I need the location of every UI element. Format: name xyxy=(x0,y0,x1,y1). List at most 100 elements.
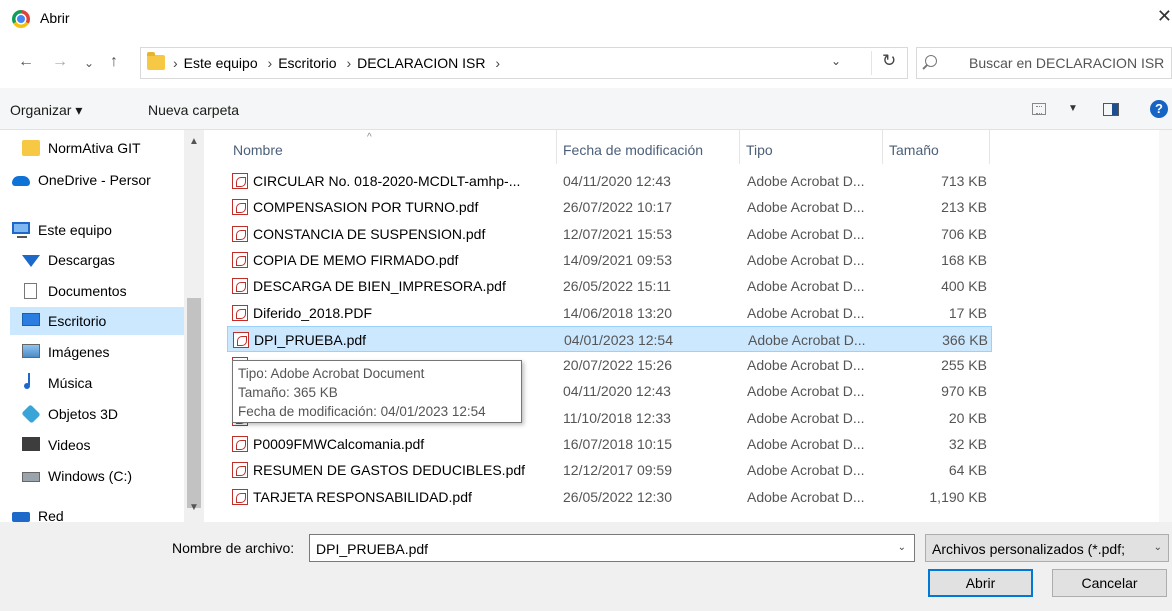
file-row[interactable]: CONSTANCIA DE SUSPENSION.pdf 12/07/2021 1… xyxy=(227,221,992,247)
file-row[interactable]: CIRCULAR No. 018-2020-MCDLT-amhp-... 04/1… xyxy=(227,168,992,194)
forward-icon[interactable]: → xyxy=(52,53,68,71)
dialog-footer: Nombre de archivo: DPI_PRUEBA.pdf ⌄ Arch… xyxy=(0,522,1172,611)
column-header-size[interactable]: Tamaño xyxy=(883,130,990,164)
file-row[interactable]: RESUMEN DE GASTOS DEDUCIBLES.pdf 12/12/20… xyxy=(227,457,992,483)
file-type: Adobe Acrobat D... xyxy=(747,409,865,426)
file-date: 26/05/2022 15:11 xyxy=(563,278,671,295)
file-type: Adobe Acrobat D... xyxy=(747,357,865,374)
refresh-icon[interactable]: ↻ xyxy=(871,51,896,75)
breadcrumb-este-equipo[interactable]: Este equipo xyxy=(184,55,258,71)
scrollbar-thumb[interactable] xyxy=(187,298,201,508)
help-icon[interactable]: ? xyxy=(1150,100,1168,118)
file-name: TARJETA RESPONSABILIDAD.pdf xyxy=(253,488,472,505)
file-row[interactable]: DESCARGA DE BIEN_IMPRESORA.pdf 26/05/2022… xyxy=(227,273,992,299)
3d-objects-icon xyxy=(21,404,41,424)
breadcrumb-separator[interactable]: › xyxy=(268,55,273,71)
sidebar-item-imagenes[interactable]: Imágenes xyxy=(0,338,182,366)
file-date: 26/05/2022 12:30 xyxy=(563,488,672,505)
file-date: 12/12/2017 09:59 xyxy=(563,462,672,479)
breadcrumb: › Este equipo › Escritorio › DECLARACION IS… xyxy=(173,55,506,71)
file-name: COMPENSASION POR TURNO.pdf xyxy=(253,199,479,216)
file-type-dropdown-icon[interactable]: ⌄ xyxy=(1154,542,1162,553)
search-placeholder[interactable]: Buscar en DECLARACION ISR xyxy=(969,55,1164,71)
search-box[interactable]: Buscar en DECLARACION ISR xyxy=(916,47,1172,79)
file-type: Adobe Acrobat D... xyxy=(747,225,865,242)
organize-button[interactable]: Organizar ▾ xyxy=(10,102,82,119)
pictures-icon xyxy=(22,344,40,358)
address-bar[interactable]: › Este equipo › Escritorio › DECLARACION IS… xyxy=(140,47,908,79)
file-type-value: Archivos personalizados (*.pdf; xyxy=(932,541,1125,557)
file-type-filter[interactable]: Archivos personalizados (*.pdf; ⌄ xyxy=(925,534,1169,562)
view-dropdown-icon[interactable]: ▼ xyxy=(1068,103,1078,114)
network-icon xyxy=(12,512,30,522)
sidebar-item-label: OneDrive - Persor xyxy=(38,172,151,188)
breadcrumb-separator[interactable]: › xyxy=(495,55,500,71)
file-date: 04/01/2023 12:54 xyxy=(564,331,673,348)
view-options-icon[interactable] xyxy=(1032,103,1046,115)
sort-ascending-icon: ^ xyxy=(367,132,372,143)
close-icon[interactable]: ✕ xyxy=(1152,6,1172,26)
scroll-up-icon[interactable]: ▲ xyxy=(189,136,199,147)
file-type: Adobe Acrobat D... xyxy=(747,488,865,505)
file-list-scrollbar[interactable] xyxy=(1159,130,1172,522)
up-folder-icon[interactable]: ↑ xyxy=(110,53,118,71)
scroll-down-icon[interactable]: ▼ xyxy=(189,502,199,513)
sidebar-item-windows-c[interactable]: Windows (C:) xyxy=(0,462,182,490)
preview-pane-icon[interactable] xyxy=(1103,103,1119,116)
sidebar-item-objetos-3d[interactable]: Objetos 3D xyxy=(0,400,182,428)
file-type: Adobe Acrobat D... xyxy=(747,462,865,479)
sidebar-item-videos[interactable]: Videos xyxy=(0,431,182,459)
sidebar-item-descargas[interactable]: Descargas xyxy=(0,246,182,274)
file-row[interactable]: COMPENSASION POR TURNO.pdf 26/07/2022 10:… xyxy=(227,194,992,220)
sidebar-item-onedrive[interactable]: OneDrive - Persor xyxy=(0,166,172,194)
column-header-label: Tamaño xyxy=(889,142,939,158)
address-dropdown-icon[interactable]: ⌄ xyxy=(831,54,841,68)
column-header-date[interactable]: Fecha de modificación xyxy=(557,130,740,164)
file-date: 11/10/2018 12:33 xyxy=(563,409,671,426)
sidebar-item-escritorio[interactable]: Escritorio xyxy=(10,307,184,335)
sidebar-item-label: NormAtiva GIT xyxy=(48,140,141,156)
sidebar-item-este-equipo[interactable]: Este equipo xyxy=(0,216,172,244)
back-icon[interactable]: ← xyxy=(18,53,34,71)
file-name: P0009FMWCalcomania.pdf xyxy=(253,436,425,452)
breadcrumb-escritorio[interactable]: Escritorio xyxy=(278,55,336,71)
cancel-button[interactable]: Cancelar xyxy=(1052,569,1167,597)
sidebar-item-label: Documentos xyxy=(48,283,127,299)
file-date: 12/07/2021 15:53 xyxy=(563,225,672,242)
breadcrumb-declaracion-isr[interactable]: DECLARACION ISR xyxy=(357,55,485,71)
filename-value[interactable]: DPI_PRUEBA.pdf xyxy=(316,541,428,557)
file-row[interactable]: DPI_PRUEBA.pdf 04/01/2023 12:54 Adobe Acro… xyxy=(227,325,992,352)
file-type: Adobe Acrobat D... xyxy=(747,251,865,268)
file-size: 970 KB xyxy=(941,383,987,400)
file-row[interactable]: COPIA DE MEMO FIRMADO.pdf 14/09/2021 09:5… xyxy=(227,247,992,273)
sidebar-item-label: Videos xyxy=(48,437,91,453)
filename-dropdown-icon[interactable]: ⌄ xyxy=(898,542,906,553)
file-row[interactable]: P0009FMWCalcomania.pdf 16/07/2018 10:15 Ad… xyxy=(227,431,992,457)
command-bar: Organizar ▾ Nueva carpeta ▼ ? xyxy=(0,88,1172,130)
open-button[interactable]: Abrir xyxy=(928,569,1033,597)
navigation-pane: NormAtiva GIT OneDrive - Persor Este equ… xyxy=(0,130,205,522)
filename-input[interactable]: DPI_PRUEBA.pdf ⌄ xyxy=(309,534,915,562)
breadcrumb-separator[interactable]: › xyxy=(346,55,351,71)
column-header-type[interactable]: Tipo xyxy=(740,130,883,164)
sidebar-item-musica[interactable]: Música xyxy=(0,369,182,397)
sidebar-item-label: Descargas xyxy=(48,252,115,268)
window-title: Abrir xyxy=(40,10,70,26)
file-name: CONSTANCIA DE SUSPENSION.pdf xyxy=(253,225,486,242)
file-date: 04/11/2020 12:43 xyxy=(563,383,671,400)
file-type: Adobe Acrobat D... xyxy=(747,304,865,321)
sidebar-item-normativa-git[interactable]: NormAtiva GIT xyxy=(0,134,182,162)
sidebar-item-red[interactable]: Red xyxy=(0,502,172,522)
new-folder-button[interactable]: Nueva carpeta xyxy=(148,102,239,118)
recent-locations-icon[interactable]: ⌄ xyxy=(84,54,94,72)
sidebar-item-documentos[interactable]: Documentos xyxy=(0,277,182,305)
navigation-bar: ← → ⌄ ↑ › Este equipo › Escritorio › DECLAR… xyxy=(0,38,1172,88)
sidebar-scrollbar[interactable]: ▲ ▼ xyxy=(184,130,204,522)
file-size: 168 KB xyxy=(941,251,987,268)
column-header-name[interactable]: ^ Nombre xyxy=(227,130,557,164)
file-size: 713 KB xyxy=(941,173,987,189)
computer-icon xyxy=(12,222,30,238)
breadcrumb-separator[interactable]: › xyxy=(173,55,178,71)
file-row[interactable]: TARJETA RESPONSABILIDAD.pdf 26/05/2022 12… xyxy=(227,484,992,510)
file-row[interactable]: Diferido_2018.PDF 14/06/2018 13:20 Adobe A… xyxy=(227,300,992,326)
